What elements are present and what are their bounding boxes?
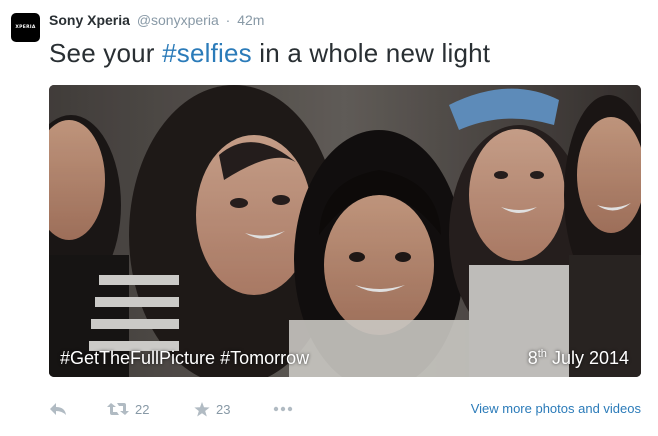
caption-date-suffix: th bbox=[537, 348, 547, 360]
tweet-timestamp[interactable]: 42m bbox=[237, 12, 264, 28]
photo-caption-date: 8th July 2014 bbox=[528, 343, 629, 369]
caption-date-day: 8 bbox=[527, 348, 538, 368]
retweet-icon bbox=[107, 403, 129, 415]
photo-caption-hashtags: #GetTheFullPicture #Tomorrow bbox=[60, 348, 310, 368]
star-icon bbox=[194, 401, 210, 416]
favorite-count: 23 bbox=[216, 401, 231, 417]
tweet-photo[interactable]: #GetTheFullPicture #Tomorrow 8th July 20… bbox=[49, 85, 641, 377]
tweet-text: See your #selfies in a whole new light bbox=[49, 36, 490, 70]
reply-icon bbox=[50, 403, 66, 415]
avatar-logo-text: XPERIA bbox=[15, 25, 36, 30]
more-options-button[interactable] bbox=[273, 398, 293, 420]
reply-button[interactable] bbox=[49, 398, 67, 420]
account-fullname[interactable]: Sony Xperia bbox=[49, 12, 130, 28]
retweet-count: 22 bbox=[135, 401, 150, 417]
selfie-photo-illustration bbox=[49, 85, 641, 377]
header-separator: · bbox=[225, 12, 231, 28]
view-more-photos-link[interactable]: View more photos and videos bbox=[471, 398, 641, 420]
tweet-header: Sony Xperia @sonyxperia · 42m bbox=[49, 11, 264, 29]
favorite-button[interactable]: 23 bbox=[194, 398, 230, 420]
ellipsis-icon bbox=[273, 406, 293, 412]
retweet-button[interactable]: 22 bbox=[107, 398, 149, 420]
account-screen-name[interactable]: @sonyxperia bbox=[137, 12, 219, 28]
tweet-text-after: in a whole new light bbox=[251, 38, 491, 68]
avatar[interactable]: XPERIA bbox=[11, 13, 40, 42]
tweet-text-before: See your bbox=[49, 38, 163, 68]
tweet-actions: 22 23 View more photos and videos bbox=[49, 398, 641, 420]
hashtag-link[interactable]: #selfies bbox=[162, 38, 252, 68]
caption-date-rest: July 2014 bbox=[546, 348, 629, 368]
